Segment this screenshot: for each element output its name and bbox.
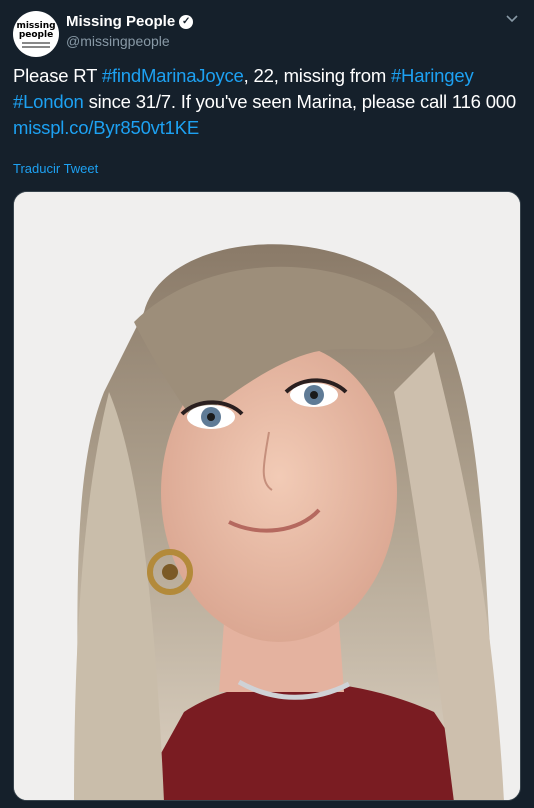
author-handle[interactable]: @missingpeople: [66, 33, 170, 49]
logo-underline: [22, 46, 50, 48]
hashtag-link[interactable]: #London: [13, 91, 84, 112]
logo-text-people: people: [18, 30, 54, 40]
chevron-down-icon[interactable]: [504, 10, 520, 26]
tweet: missing people Missing People ✓ @missing…: [0, 0, 534, 808]
tweet-text-part: Please RT: [13, 65, 102, 86]
tweet-photo[interactable]: [13, 191, 521, 801]
avatar[interactable]: missing people: [13, 11, 59, 57]
translate-tweet-link[interactable]: Traducir Tweet: [13, 161, 98, 176]
hashtag-link[interactable]: #Haringey: [391, 65, 474, 86]
hashtag-link[interactable]: #findMarinaJoyce: [102, 65, 244, 86]
logo-underline: [22, 42, 50, 44]
photo-portrait: [14, 192, 520, 800]
url-link[interactable]: misspl.co/Byr850vt1KE: [13, 117, 199, 138]
author-name[interactable]: Missing People: [66, 13, 175, 30]
tweet-text-part: since 31/7. If you've seen Marina, pleas…: [83, 91, 517, 112]
tweet-text-part: , 22, missing from: [243, 65, 391, 86]
tweet-text: Please RT #findMarinaJoyce, 22, missing …: [13, 63, 525, 141]
verified-badge-icon: ✓: [179, 14, 194, 29]
author-name-row[interactable]: Missing People ✓: [66, 13, 194, 30]
